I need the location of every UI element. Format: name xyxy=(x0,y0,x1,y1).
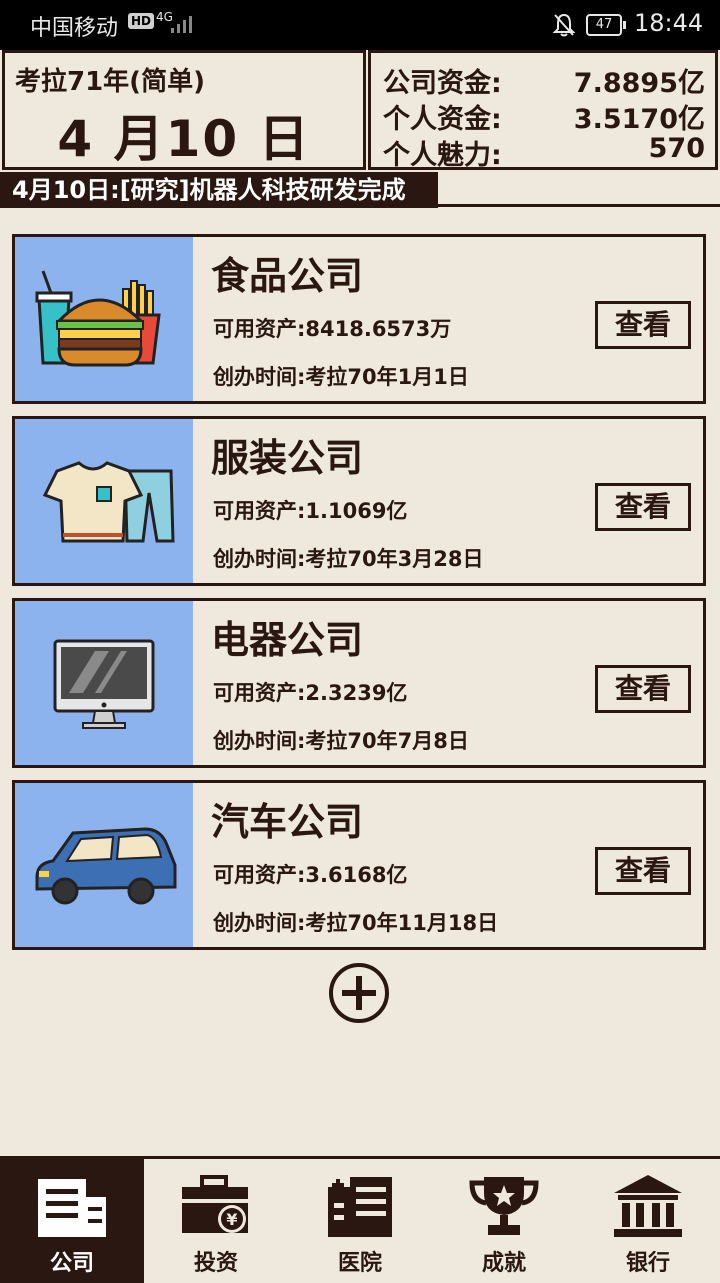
stat-label: 个人魅力: xyxy=(383,140,502,171)
company-card-clothing: 服装公司 可用资产:1.1069亿 创办时间:考拉70年3月28日 查看 xyxy=(12,416,706,586)
company-founded: 创办时间:考拉70年1月1日 xyxy=(213,365,469,389)
company-icon xyxy=(38,1179,106,1237)
hospital-icon xyxy=(328,1177,392,1237)
burger-fries-icon xyxy=(35,270,161,367)
tab-label: 公司 xyxy=(49,1251,94,1276)
stat-label: 公司资金: xyxy=(383,68,502,99)
battery-icon: 47 xyxy=(586,14,626,36)
company-funds-row: 公司资金: 7.8895亿 xyxy=(383,61,705,99)
company-card-food: 食品公司 可用资产:8418.6573万 创办时间:考拉70年1月1日 查看 xyxy=(12,234,706,404)
view-button[interactable]: 查看 xyxy=(595,301,691,349)
view-button[interactable]: 查看 xyxy=(595,483,691,531)
monitor-icon xyxy=(53,639,155,729)
company-image xyxy=(15,419,193,583)
tab-label: 投资 xyxy=(193,1251,238,1276)
stat-value: 7.8895亿 xyxy=(573,68,705,99)
trophy-icon xyxy=(469,1177,539,1235)
era-label: 考拉71年(简单) xyxy=(15,67,205,97)
add-company-button[interactable] xyxy=(328,962,390,1024)
game-date-panel: 考拉71年(简单) 4 月10 日 xyxy=(2,50,366,170)
company-card-electronics: 电器公司 可用资产:2.3239亿 创办时间:考拉70年7月8日 查看 xyxy=(12,598,706,768)
clock: 18:44 xyxy=(634,9,704,37)
company-image xyxy=(15,601,193,765)
company-founded: 创办时间:考拉70年7月8日 xyxy=(213,729,469,753)
company-name: 汽车公司 xyxy=(211,800,364,844)
company-name: 服装公司 xyxy=(211,436,364,480)
company-assets: 可用资产:2.3239亿 xyxy=(213,681,408,705)
hd-badge: HD xyxy=(128,13,155,29)
car-icon xyxy=(35,827,177,905)
bank-icon xyxy=(614,1175,682,1237)
company-name: 食品公司 xyxy=(211,254,364,298)
news-ticker: 4月10日:[研究]机器人科技研发完成 xyxy=(0,172,438,208)
tab-label: 银行 xyxy=(625,1251,670,1276)
investment-briefcase-icon: ¥ xyxy=(182,1175,248,1233)
bottom-nav: 公司 ¥ 投资 医院 成就 银行 xyxy=(0,1156,720,1283)
tab-company[interactable]: 公司 xyxy=(0,1159,144,1283)
tab-label: 成就 xyxy=(481,1251,526,1276)
tab-investment[interactable]: ¥ 投资 xyxy=(144,1159,288,1283)
company-assets: 可用资产:3.6168亿 xyxy=(213,863,408,887)
company-founded: 创办时间:考拉70年11月18日 xyxy=(213,911,499,935)
tab-label: 医院 xyxy=(337,1251,382,1276)
svg-text:¥: ¥ xyxy=(226,1210,237,1229)
company-assets: 可用资产:1.1069亿 xyxy=(213,499,408,523)
personal-funds-row: 个人资金: 3.5170亿 xyxy=(383,97,705,135)
company-assets: 可用资产:8418.6573万 xyxy=(213,317,452,341)
tab-hospital[interactable]: 医院 xyxy=(288,1159,432,1283)
finance-panel: 公司资金: 7.8895亿 个人资金: 3.5170亿 个人魅力: 570 xyxy=(368,50,718,171)
carrier-name: 中国移动 xyxy=(30,16,119,41)
divider xyxy=(438,204,720,207)
tab-bank[interactable]: 银行 xyxy=(576,1159,720,1283)
view-button[interactable]: 查看 xyxy=(595,847,691,895)
stat-value: 3.5170亿 xyxy=(573,104,705,135)
company-name: 电器公司 xyxy=(211,618,364,662)
current-date: 4 月10 日 xyxy=(57,110,311,168)
company-image xyxy=(15,237,193,401)
status-bar: 中国移动 HD 4G 47 18:44 xyxy=(0,0,720,50)
bell-muted-icon xyxy=(552,13,576,37)
clothes-icon xyxy=(42,461,175,543)
stat-label: 个人资金: xyxy=(383,104,502,135)
tab-achievements[interactable]: 成就 xyxy=(432,1159,576,1283)
view-button[interactable]: 查看 xyxy=(595,665,691,713)
company-card-car: 汽车公司 可用资产:3.6168亿 创办时间:考拉70年11月18日 查看 xyxy=(12,780,706,950)
company-image xyxy=(15,783,193,947)
company-founded: 创办时间:考拉70年3月28日 xyxy=(213,547,484,571)
charisma-row: 个人魅力: 570 xyxy=(383,133,705,171)
stat-value: 570 xyxy=(648,133,705,164)
signal-icon xyxy=(171,16,192,33)
